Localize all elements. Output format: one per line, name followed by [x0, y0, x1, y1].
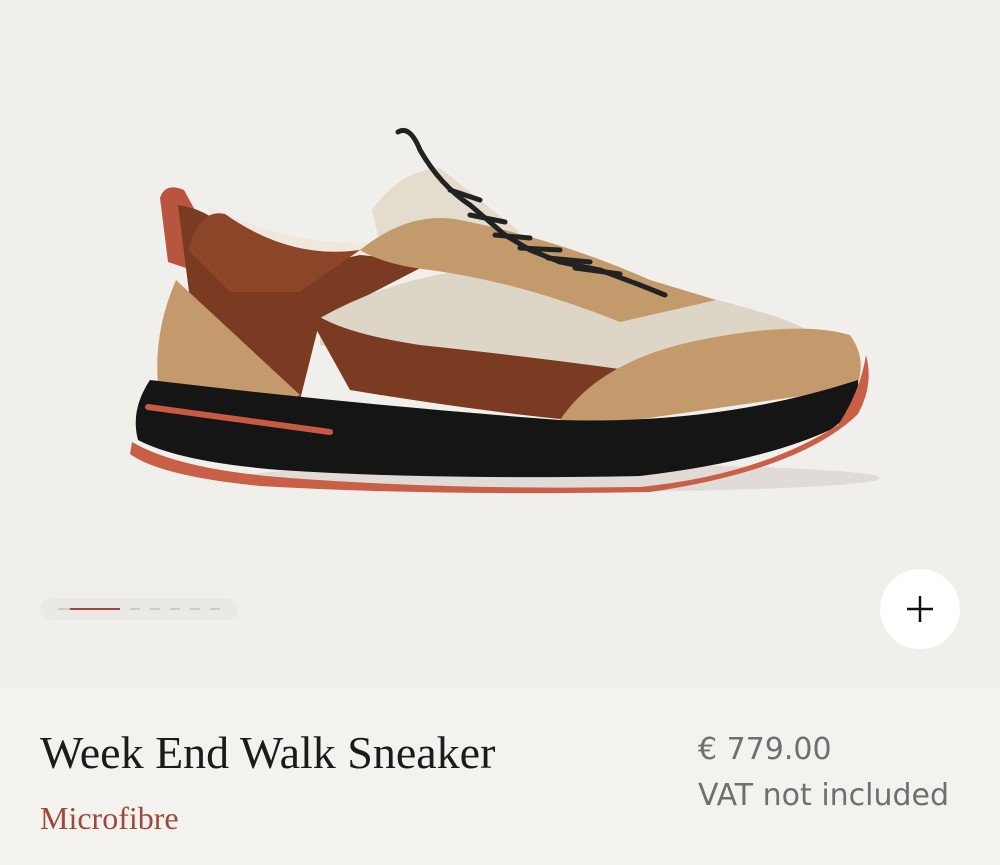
product-page: Week End Walk Sneaker Microfibre € 779.0…	[0, 0, 1000, 865]
zoom-button[interactable]	[880, 569, 960, 649]
carousel-dash-4[interactable]	[170, 608, 180, 610]
plus-icon	[907, 596, 933, 622]
carousel-indicator[interactable]	[40, 598, 238, 620]
product-material: Microfibre	[40, 800, 179, 836]
carousel-dash-5[interactable]	[190, 608, 200, 610]
carousel-dash-3[interactable]	[150, 608, 160, 610]
carousel-dash-active[interactable]	[70, 608, 120, 610]
product-title: Week End Walk Sneaker	[40, 727, 496, 778]
product-info: Week End Walk Sneaker Microfibre € 779.0…	[0, 688, 1000, 865]
product-image	[130, 128, 880, 494]
carousel-dash-1[interactable]	[58, 608, 70, 610]
product-gallery[interactable]	[0, 0, 1000, 688]
carousel-dash-6[interactable]	[210, 608, 220, 610]
carousel-dash-2[interactable]	[130, 608, 140, 610]
product-price: € 779.00	[698, 732, 832, 767]
vat-note: VAT not included	[698, 778, 950, 813]
